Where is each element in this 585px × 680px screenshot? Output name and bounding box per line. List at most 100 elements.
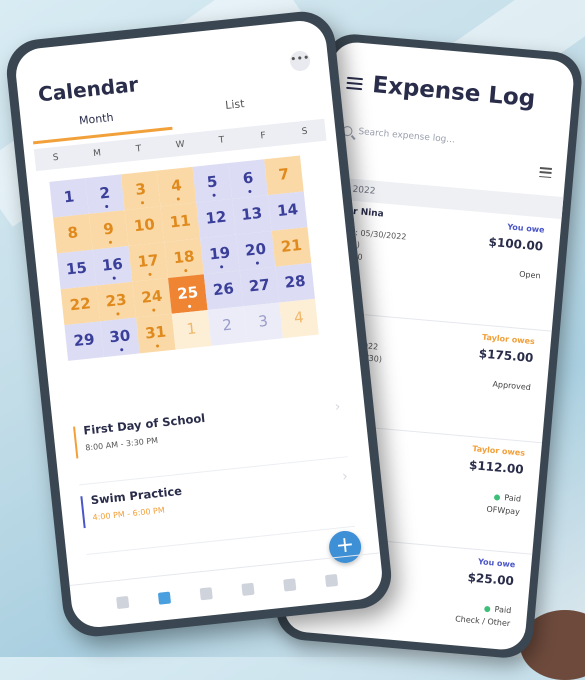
- owes-label: You owe: [477, 557, 516, 570]
- calendar-day[interactable]: 26: [203, 270, 244, 311]
- calendar-day[interactable]: 4: [156, 166, 197, 207]
- owes-label: Taylor owes: [471, 444, 526, 458]
- page-title: Calendar: [36, 72, 140, 107]
- event-color-bar: [80, 496, 86, 529]
- weekday-label: W: [175, 139, 186, 151]
- calendar-day[interactable]: 17: [128, 242, 169, 282]
- chevron-right-icon: ›: [341, 468, 349, 485]
- calendar-day[interactable]: 14: [267, 191, 308, 231]
- calendar-day[interactable]: 7: [264, 155, 304, 196]
- event-dot: [219, 265, 223, 269]
- calendar-day[interactable]: 2: [85, 174, 125, 214]
- calendar-day[interactable]: 20: [235, 230, 276, 271]
- day-number: 3: [257, 311, 269, 331]
- calendar-day[interactable]: 5: [192, 163, 233, 203]
- expense-amount: $25.00: [467, 570, 515, 589]
- day-number: 30: [108, 326, 132, 347]
- calendar-day[interactable]: 27: [239, 266, 280, 307]
- status-text: Paid: [494, 604, 512, 616]
- menu-icon[interactable]: [346, 76, 364, 91]
- calendar-day[interactable]: 12: [196, 198, 236, 239]
- calendar-day[interactable]: 6: [228, 159, 268, 199]
- expense-search[interactable]: Search expense log...: [342, 125, 455, 145]
- mail-icon[interactable]: [199, 587, 213, 601]
- owes-label: Taylor owes: [481, 332, 536, 347]
- search-input[interactable]: Search expense log...: [358, 127, 455, 145]
- weekday-label: T: [135, 144, 142, 155]
- day-number: 24: [140, 286, 164, 307]
- calendar-day[interactable]: 8: [53, 213, 93, 254]
- calendar-day[interactable]: 18: [164, 238, 204, 278]
- chevron-right-icon: ›: [334, 398, 342, 416]
- calendar-day[interactable]: 16: [92, 245, 133, 286]
- expense-header: Expense Log: [345, 70, 536, 112]
- day-number: 25: [176, 282, 200, 304]
- event-dot: [255, 261, 259, 265]
- event-dot: [112, 276, 116, 280]
- calendar-day[interactable]: 2: [207, 306, 248, 346]
- day-number: 13: [240, 203, 264, 224]
- calendar-day[interactable]: 19: [200, 234, 240, 275]
- day-number: 2: [98, 183, 111, 203]
- calendar-day[interactable]: 9: [88, 210, 129, 250]
- event-dot: [155, 344, 159, 348]
- calendar-icon[interactable]: [157, 591, 172, 605]
- calendar-day[interactable]: 30: [100, 317, 140, 358]
- calendar-day[interactable]: 3: [120, 170, 161, 211]
- calendar-day[interactable]: 10: [124, 206, 165, 246]
- day-number: 21: [280, 235, 303, 256]
- calendar-day[interactable]: 23: [96, 281, 136, 322]
- filter-icon[interactable]: [539, 166, 552, 179]
- document-icon[interactable]: [241, 582, 255, 596]
- calendar-day[interactable]: 28: [275, 262, 315, 303]
- calendar-screen: Calendar ••• Month List S M T W T F S 12…: [13, 18, 385, 630]
- calendar-day[interactable]: 1: [171, 310, 212, 350]
- calendar-day[interactable]: 4: [279, 298, 319, 339]
- event-dot: [187, 304, 191, 309]
- expense-title: Expense Log: [371, 72, 537, 113]
- month-grid: 1 2 3 4 5 6 7 8 9 10 11 12 13 14 15 16 17 18 19 20 21 22 23 24 2…: [49, 155, 319, 361]
- event-title: First Day of School: [82, 410, 206, 438]
- status-text: Open: [518, 269, 541, 281]
- calendar-day[interactable]: 21: [271, 227, 312, 267]
- day-number: 18: [172, 247, 196, 268]
- day-number: 16: [101, 254, 124, 275]
- weekday-label: S: [301, 126, 309, 138]
- day-number: 8: [66, 223, 79, 243]
- expense-amount: $175.00: [478, 346, 534, 366]
- expense-icon[interactable]: [283, 578, 297, 592]
- day-number: 27: [247, 275, 271, 296]
- day-number: 9: [102, 219, 115, 239]
- calendar-day[interactable]: 13: [232, 195, 272, 235]
- day-number: 20: [244, 239, 267, 260]
- info-icon[interactable]: [324, 573, 339, 588]
- event-dot: [183, 268, 187, 273]
- calendar-day[interactable]: 25: [168, 274, 208, 314]
- tab-month[interactable]: Month: [78, 111, 114, 128]
- expense-amount: $100.00: [488, 234, 544, 254]
- event-title: Swim Practice: [90, 483, 183, 508]
- calendar-day[interactable]: 29: [64, 321, 104, 361]
- calendar-day[interactable]: 24: [132, 277, 172, 318]
- paid-dot-icon: [494, 493, 501, 501]
- day-number: 10: [133, 215, 156, 236]
- calendar-day[interactable]: 22: [60, 285, 101, 326]
- calendar-day[interactable]: 31: [135, 313, 176, 354]
- tab-list[interactable]: List: [225, 97, 245, 112]
- event-list: First Day of School 8:00 AM - 3:30 PM › Swi…: [13, 18, 356, 556]
- event-dot: [211, 193, 216, 197]
- ellipsis-icon[interactable]: •••: [289, 50, 312, 72]
- owes-label: You owe: [506, 222, 545, 235]
- calendar-day[interactable]: 11: [160, 202, 201, 243]
- day-number: 3: [134, 179, 147, 199]
- home-icon[interactable]: [116, 595, 130, 610]
- day-number: 1: [62, 187, 76, 207]
- event-dot: [119, 348, 123, 352]
- calendar-day[interactable]: 1: [49, 178, 89, 218]
- calendar-day[interactable]: 15: [56, 249, 97, 290]
- day-number: 17: [136, 250, 160, 272]
- event-dot: [104, 204, 108, 209]
- event-color-bar: [73, 426, 79, 459]
- calendar-day[interactable]: 3: [243, 302, 283, 343]
- weekday-label: F: [260, 131, 267, 142]
